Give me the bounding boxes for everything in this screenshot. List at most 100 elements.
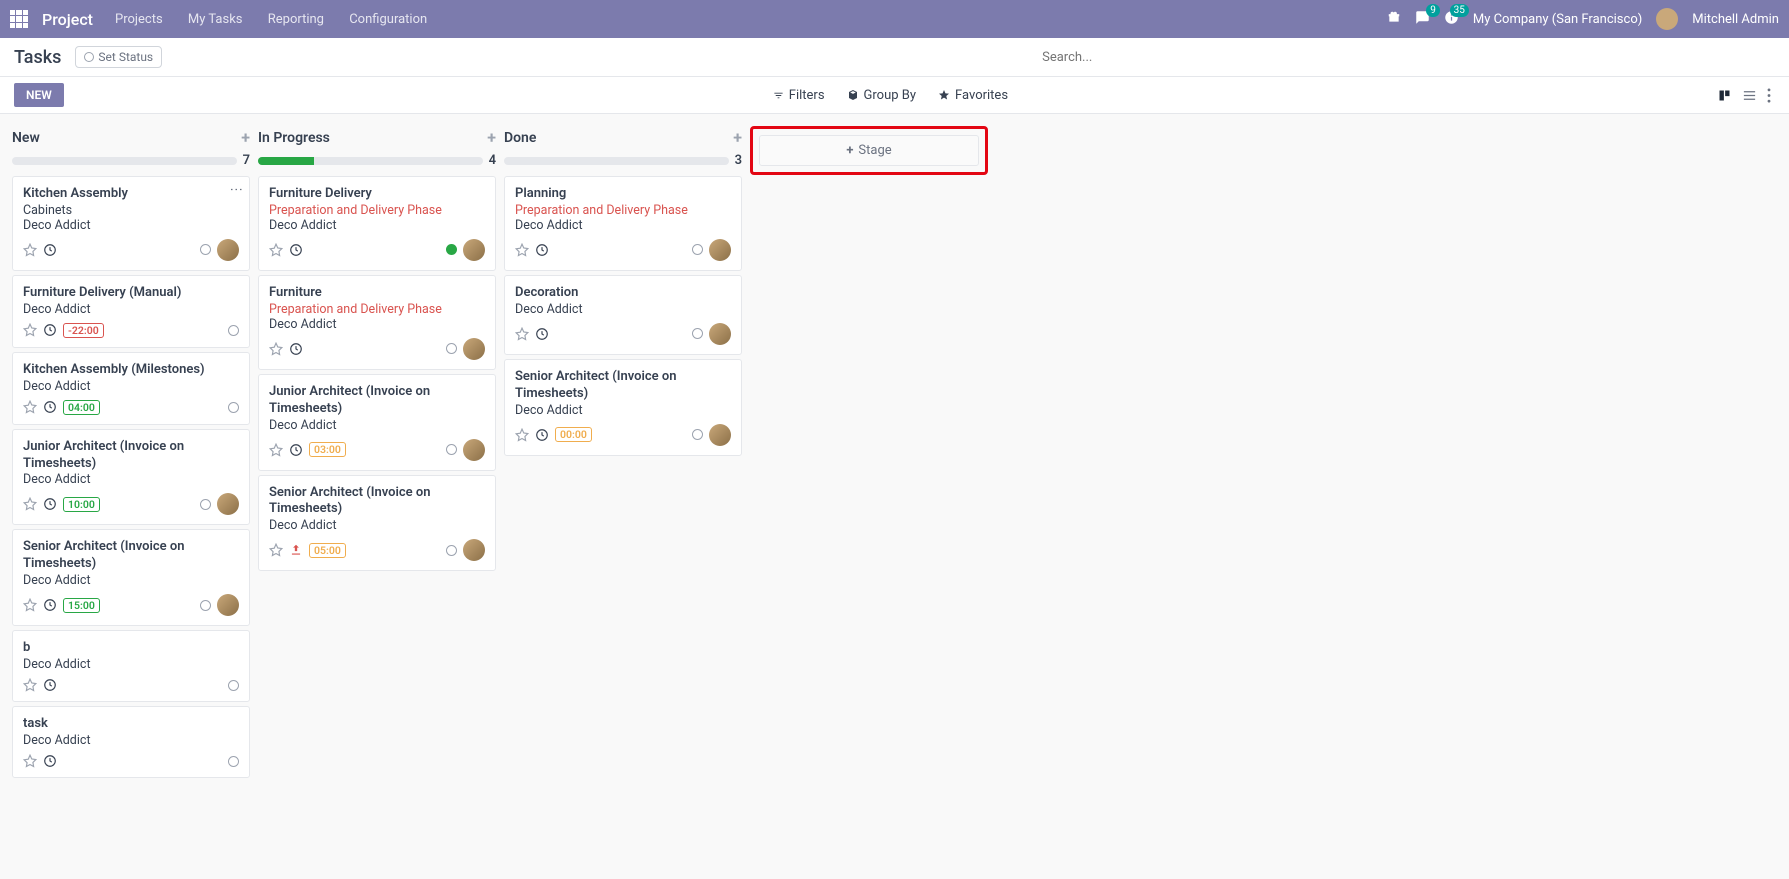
star-icon[interactable]	[269, 543, 283, 557]
gift-icon[interactable]	[1387, 10, 1401, 28]
column-title[interactable]: New	[12, 130, 40, 146]
assignee-avatar[interactable]	[217, 594, 239, 616]
menu-configuration[interactable]: Configuration	[349, 12, 427, 27]
list-view-icon[interactable]	[1742, 88, 1757, 103]
clock-icon[interactable]	[43, 323, 57, 337]
status-radio[interactable]	[228, 402, 239, 413]
kanban-card[interactable]: Senior Architect (Invoice on Timesheets)…	[12, 529, 250, 626]
status-radio[interactable]	[228, 325, 239, 336]
apps-icon[interactable]	[10, 10, 28, 28]
progress-bar[interactable]	[12, 157, 237, 165]
progress-bar[interactable]	[504, 157, 729, 165]
assignee-avatar[interactable]	[463, 539, 485, 561]
kanban-card[interactable]: Furniture Preparation and Delivery Phase…	[258, 275, 496, 370]
kanban-card[interactable]: Furniture Delivery (Manual) Deco Addict …	[12, 275, 250, 348]
groupby-button[interactable]: Group By	[847, 88, 917, 103]
company-switcher[interactable]: My Company (San Francisco)	[1473, 12, 1642, 27]
new-button[interactable]: NEW	[14, 83, 64, 107]
breadcrumb-bar: Tasks Set Status	[0, 38, 1789, 77]
star-icon[interactable]	[515, 243, 529, 257]
assignee-avatar[interactable]	[463, 439, 485, 461]
kanban-card[interactable]: Senior Architect (Invoice on Timesheets)…	[504, 359, 742, 456]
assignee-avatar[interactable]	[463, 239, 485, 261]
kanban-card[interactable]: Kitchen Assembly (Milestones) Deco Addic…	[12, 352, 250, 425]
clock-icon[interactable]	[43, 497, 57, 511]
status-radio[interactable]	[446, 343, 457, 354]
star-icon[interactable]	[23, 754, 37, 768]
star-icon[interactable]	[23, 323, 37, 337]
column-title[interactable]: Done	[504, 130, 536, 146]
clock-icon[interactable]	[535, 428, 549, 442]
status-done-icon[interactable]	[446, 244, 457, 255]
status-radio[interactable]	[692, 244, 703, 255]
star-icon[interactable]	[269, 243, 283, 257]
star-icon[interactable]	[269, 342, 283, 356]
kanban-card[interactable]: Planning Preparation and Delivery Phase …	[504, 176, 742, 271]
star-icon[interactable]	[515, 428, 529, 442]
kanban-card[interactable]: b Deco Addict	[12, 630, 250, 702]
activities-badge: 35	[1450, 4, 1469, 17]
assignee-avatar[interactable]	[217, 493, 239, 515]
clock-icon[interactable]	[535, 243, 549, 257]
assignee-avatar[interactable]	[709, 323, 731, 345]
filters-button[interactable]: Filters	[773, 88, 825, 103]
add-card-icon[interactable]: +	[487, 128, 496, 147]
assignee-avatar[interactable]	[217, 239, 239, 261]
star-icon[interactable]	[23, 598, 37, 612]
menu-projects[interactable]: Projects	[115, 12, 163, 27]
status-radio[interactable]	[446, 444, 457, 455]
kanban-card[interactable]: task Deco Addict	[12, 706, 250, 778]
clock-icon[interactable]	[43, 400, 57, 414]
kanban-card[interactable]: Decoration Deco Addict	[504, 275, 742, 355]
card-subtitle: Preparation and Delivery Phase	[269, 302, 485, 317]
kanban-card[interactable]: Junior Architect (Invoice on Timesheets)…	[258, 374, 496, 471]
kanban-card[interactable]: Senior Architect (Invoice on Timesheets)…	[258, 475, 496, 572]
activities-icon[interactable]: 35	[1444, 10, 1459, 29]
status-radio[interactable]	[228, 680, 239, 691]
clock-icon[interactable]	[535, 327, 549, 341]
clock-icon[interactable]	[43, 243, 57, 257]
star-icon[interactable]	[23, 400, 37, 414]
add-card-icon[interactable]: +	[241, 128, 250, 147]
card-menu-icon[interactable]: ⋮	[228, 183, 243, 195]
clock-icon[interactable]	[289, 443, 303, 457]
messaging-icon[interactable]: 9	[1415, 10, 1430, 29]
add-stage-button[interactable]: +Stage	[759, 135, 979, 166]
star-icon[interactable]	[23, 678, 37, 692]
kanban-card[interactable]: Furniture Delivery Preparation and Deliv…	[258, 176, 496, 271]
more-views-icon[interactable]	[1767, 88, 1771, 103]
menu-reporting[interactable]: Reporting	[268, 12, 324, 27]
clock-icon[interactable]	[43, 678, 57, 692]
status-radio[interactable]	[446, 545, 457, 556]
app-brand[interactable]: Project	[42, 10, 93, 29]
status-radio[interactable]	[692, 429, 703, 440]
search-input[interactable]	[1042, 50, 1342, 65]
star-icon[interactable]	[515, 327, 529, 341]
set-status-button[interactable]: Set Status	[75, 46, 162, 68]
assignee-avatar[interactable]	[463, 338, 485, 360]
add-card-icon[interactable]: +	[733, 128, 742, 147]
star-icon[interactable]	[269, 443, 283, 457]
user-avatar[interactable]	[1656, 8, 1678, 30]
star-icon[interactable]	[23, 497, 37, 511]
status-radio[interactable]	[200, 499, 211, 510]
clock-icon[interactable]	[289, 243, 303, 257]
status-radio[interactable]	[200, 600, 211, 611]
favorites-button[interactable]: Favorites	[938, 88, 1008, 103]
menu-my-tasks[interactable]: My Tasks	[188, 12, 243, 27]
star-icon[interactable]	[23, 243, 37, 257]
clock-icon[interactable]	[289, 342, 303, 356]
kanban-view-icon[interactable]	[1717, 88, 1732, 103]
kanban-card[interactable]: ⋮ Kitchen Assembly Cabinets Deco Addict	[12, 176, 250, 271]
kanban-card[interactable]: Junior Architect (Invoice on Timesheets)…	[12, 429, 250, 526]
progress-bar[interactable]	[258, 157, 483, 165]
assignee-avatar[interactable]	[709, 424, 731, 446]
clock-icon[interactable]	[43, 598, 57, 612]
status-radio[interactable]	[692, 328, 703, 339]
assignee-avatar[interactable]	[709, 239, 731, 261]
status-radio[interactable]	[228, 756, 239, 767]
column-title[interactable]: In Progress	[258, 130, 330, 146]
user-name[interactable]: Mitchell Admin	[1692, 12, 1779, 27]
status-radio[interactable]	[200, 244, 211, 255]
clock-icon[interactable]	[43, 754, 57, 768]
